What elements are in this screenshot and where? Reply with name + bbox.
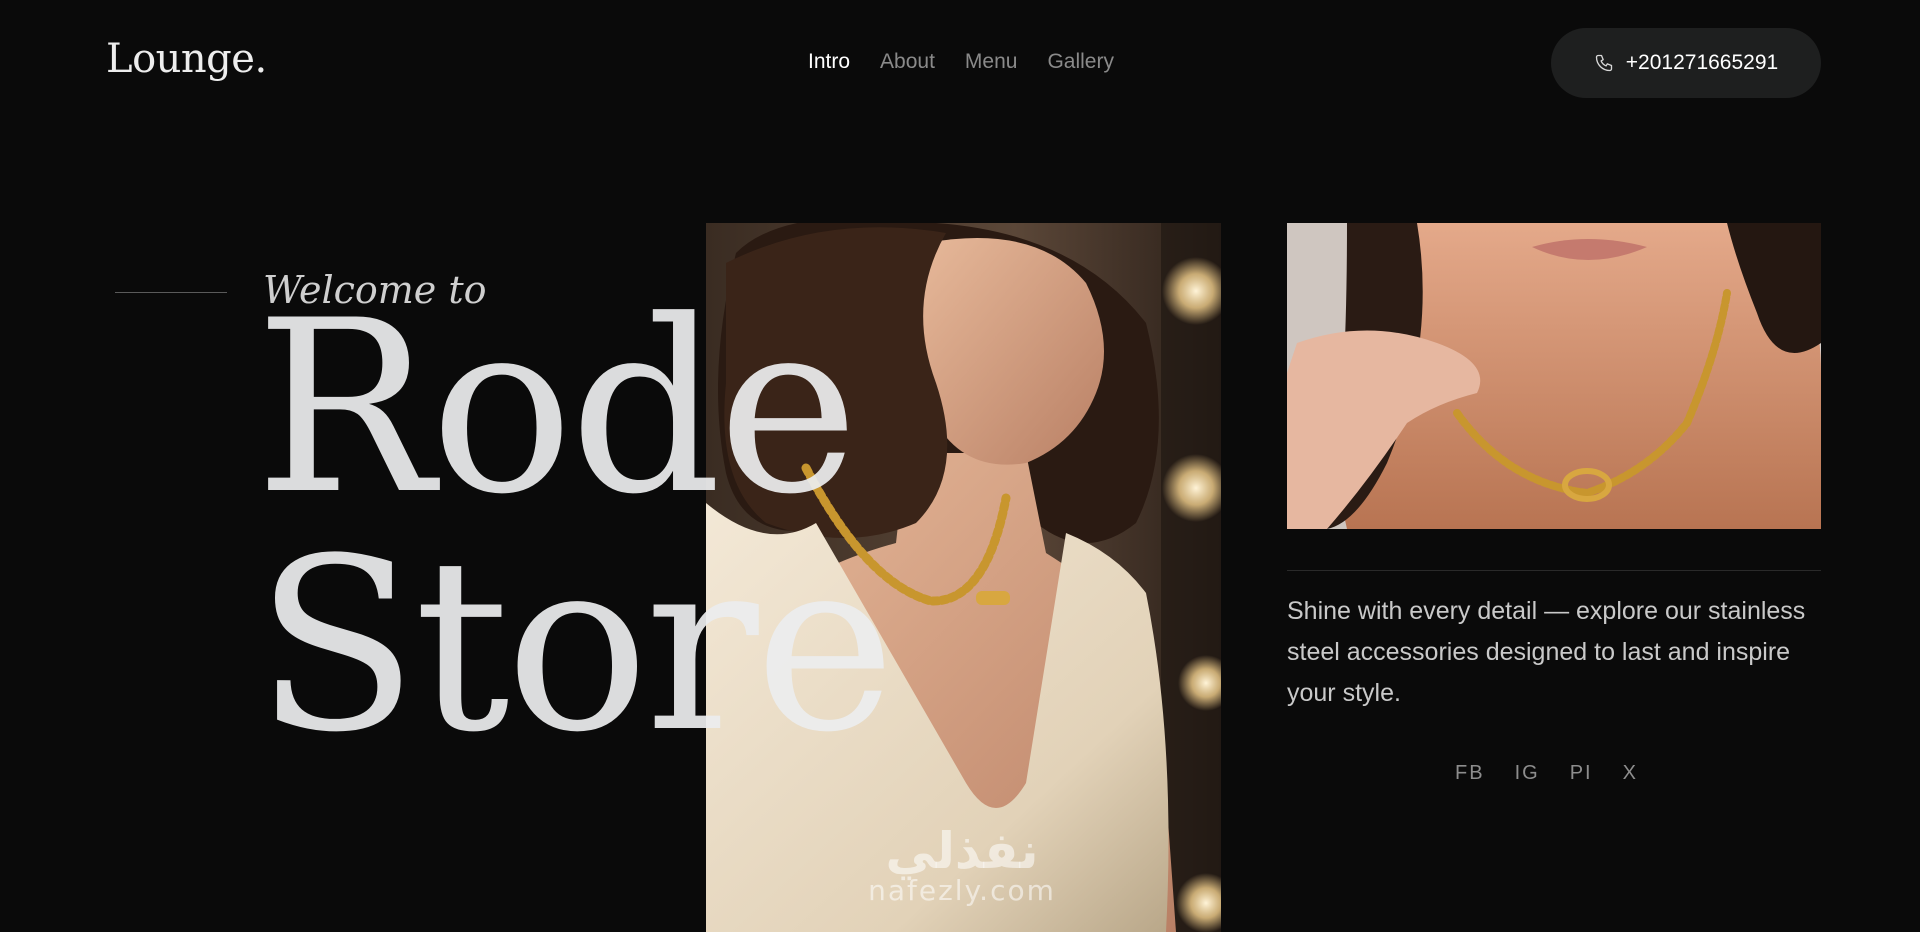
hero-title-line2: Store: [255, 508, 896, 785]
phone-call-button[interactable]: +201271665291: [1551, 28, 1821, 98]
watermark-arabic: نفذلي: [885, 822, 1039, 880]
nav-about[interactable]: About: [880, 50, 935, 74]
main-nav: Intro About Menu Gallery: [808, 50, 1114, 74]
nav-menu[interactable]: Menu: [965, 50, 1018, 74]
social-instagram[interactable]: IG: [1515, 762, 1540, 785]
social-facebook[interactable]: FB: [1455, 762, 1485, 785]
site-logo[interactable]: Lounge.: [106, 36, 267, 82]
decorative-line: [115, 292, 227, 293]
phone-number: +201271665291: [1625, 51, 1779, 74]
section-divider: [1287, 570, 1821, 571]
hero-side-image: [1287, 223, 1821, 529]
phone-icon: [1594, 53, 1614, 73]
nav-intro[interactable]: Intro: [808, 50, 850, 74]
landing-page: Lounge. Intro About Menu Gallery +201271…: [0, 0, 1920, 932]
watermark-latin: nafezly.com: [868, 874, 1056, 907]
hero-tagline: Shine with every detail — explore our st…: [1287, 597, 1806, 707]
social-pinterest[interactable]: PI: [1570, 762, 1593, 785]
nav-gallery[interactable]: Gallery: [1047, 50, 1114, 74]
hero-title-line1: Rode: [255, 270, 859, 547]
social-links: FB IG PI X: [1455, 762, 1638, 785]
social-x[interactable]: X: [1623, 762, 1638, 785]
watermark: نفذلي nafezly.com: [852, 826, 1072, 906]
